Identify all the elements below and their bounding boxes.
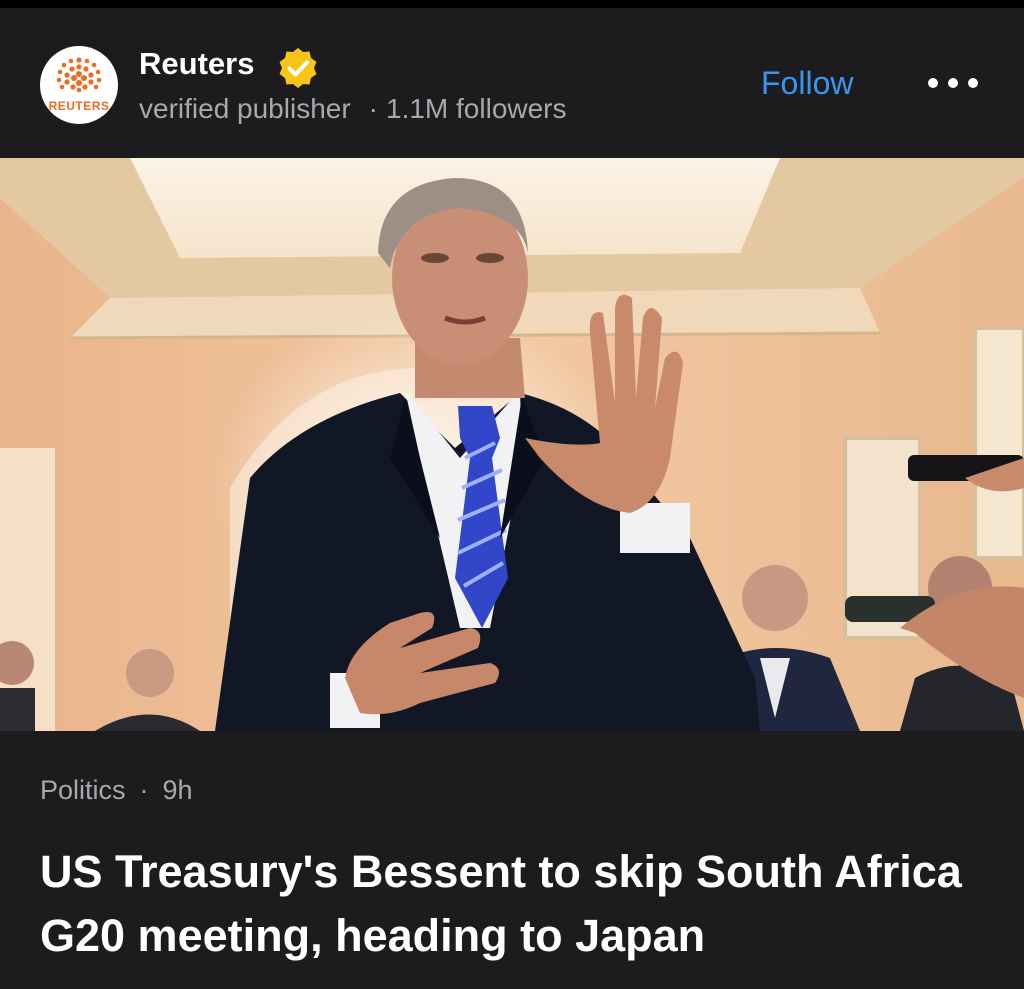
article-headline[interactable]: US Treasury's Bessent to skip South Afri…: [40, 840, 980, 968]
more-dot: [948, 78, 958, 88]
more-dot: [928, 78, 938, 88]
follower-count: 1.1M followers: [386, 93, 567, 124]
article-image[interactable]: [0, 158, 1024, 731]
article-age: 9h: [162, 775, 193, 805]
status-strip: [0, 0, 1024, 8]
publisher-header: REUTERS Reuters verified publisher · 1.1M …: [0, 8, 1024, 158]
publisher-name[interactable]: Reuters: [139, 46, 254, 82]
more-dot: [968, 78, 978, 88]
article-meta: Politics · 9h: [40, 775, 193, 806]
article-category[interactable]: Politics: [40, 775, 126, 805]
meta-separator: ·: [368, 93, 378, 124]
publisher-logo[interactable]: REUTERS: [40, 46, 118, 124]
logo-wordmark: REUTERS: [48, 99, 110, 113]
publisher-meta: verified publisher · 1.1M followers: [139, 93, 567, 125]
follow-button[interactable]: Follow: [761, 65, 853, 102]
publisher-subtitle: verified publisher: [139, 93, 351, 124]
meta-separator: ·: [139, 775, 149, 805]
more-options-icon[interactable]: [928, 68, 978, 98]
article-photo: [0, 158, 1024, 731]
verified-badge-icon: [279, 48, 317, 88]
